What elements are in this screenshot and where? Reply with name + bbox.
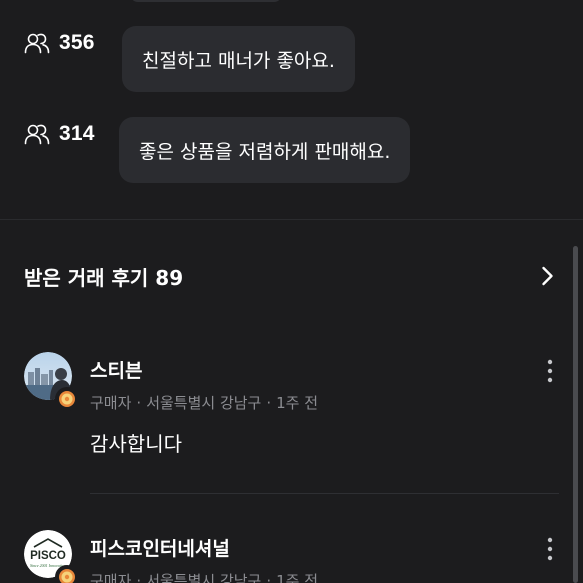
review-text: 감사합니다 — [90, 432, 182, 456]
review-time: 1주 전 — [276, 572, 319, 583]
manner-compliment-row: 314 좋은 상품을 저렴하게 판매해요. — [24, 117, 411, 183]
reviewer-role: 구매자 — [90, 572, 132, 583]
separator-dot: · — [266, 572, 272, 583]
compliment-count: 356 — [59, 31, 95, 54]
scrollbar[interactable] — [573, 246, 578, 583]
compliment-count-group: 314 — [24, 117, 122, 151]
compliment-bubble: 친절하고 매너가 좋아요. — [122, 26, 355, 92]
reviewer-name[interactable]: 피스코인터네셔널 — [90, 534, 230, 561]
people-icon — [24, 33, 50, 54]
manner-compliment-row: 356 친절하고 매너가 좋아요. — [24, 26, 355, 92]
section-divider — [0, 219, 583, 220]
separator-dot: · — [136, 394, 142, 412]
review-time: 1주 전 — [276, 394, 319, 412]
separator-dot: · — [266, 394, 272, 412]
manner-badge-icon — [55, 565, 79, 583]
more-options-icon[interactable] — [538, 358, 562, 384]
review-meta: 구매자 · 서울특별시 강남구 · 1주 전 — [90, 570, 318, 583]
user-profile-screen: 356 친절하고 매너가 좋아요. 314 좋은 상품을 저렴하게 판매해요. … — [0, 0, 583, 583]
reviews-section-title: 받은 거래 후기 89 — [24, 265, 184, 290]
reviewer-location: 서울특별시 강남구 — [146, 572, 262, 583]
reviews-section-header[interactable]: 받은 거래 후기 89 — [24, 256, 559, 296]
chevron-right-icon[interactable] — [535, 264, 559, 288]
reviewer-avatar[interactable]: PISCO Since 2001 Innovation — [24, 530, 79, 583]
compliment-count-group: 356 — [24, 26, 122, 60]
review-divider — [90, 493, 559, 494]
reviewer-name[interactable]: 스티븐 — [90, 356, 142, 383]
compliment-bubble: 좋은 상품을 저렴하게 판매해요. — [119, 117, 411, 183]
separator-dot: · — [136, 572, 142, 583]
reviewer-role: 구매자 — [90, 394, 132, 412]
reviewer-avatar[interactable] — [24, 352, 79, 411]
previous-bubble-edge — [130, 0, 282, 2]
people-icon — [24, 124, 50, 145]
review-meta: 구매자 · 서울특별시 강남구 · 1주 전 — [90, 392, 318, 413]
compliment-count: 314 — [59, 122, 95, 145]
manner-badge-icon — [55, 387, 79, 411]
more-options-icon[interactable] — [538, 536, 562, 562]
reviewer-location: 서울특별시 강남구 — [146, 394, 262, 412]
avatar-logo-text: PISCO — [30, 550, 66, 562]
